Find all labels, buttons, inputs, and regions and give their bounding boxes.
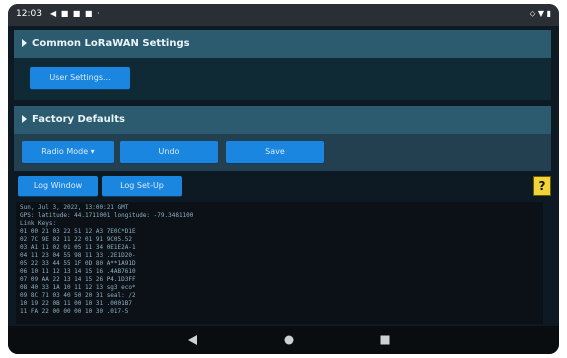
back-icon[interactable] — [188, 335, 198, 345]
log-line: 10 19 22 0B 11 00 10 31 .0001B7 — [20, 300, 132, 307]
help-icon: ? — [538, 179, 546, 193]
factory-defaults-panel: Factory Defaults Radio Mode ▾ Undo Save — [14, 106, 551, 171]
save-label: Save — [265, 147, 285, 156]
log-line: 04 11 23 04 55 98 11 33 .2E1D20- — [20, 252, 136, 259]
expand-triangle-icon — [22, 39, 27, 47]
factory-defaults-body: Radio Mode ▾ Undo Save — [14, 134, 551, 171]
log-line: 03 A1 11 02 01 05 11 34 0E1E2A-1 — [20, 244, 136, 251]
log-window-label: Log Window — [33, 181, 83, 190]
log-line: 01 00 21 03 22 51 12 A3 7E0C*D1E — [20, 228, 136, 235]
common-settings-body: User Settings... — [14, 58, 551, 100]
undo-label: Undo — [158, 147, 180, 156]
app-screen: Common LoRaWAN Settings User Settings...… — [8, 26, 559, 326]
home-icon[interactable] — [284, 335, 294, 345]
log-line: Link Keys: — [20, 220, 57, 227]
log-window-button[interactable]: Log Window — [18, 176, 98, 196]
recents-icon[interactable] — [380, 335, 390, 345]
radio-mode-button[interactable]: Radio Mode ▾ — [22, 141, 114, 163]
radio-mode-label: Radio Mode ▾ — [41, 147, 95, 156]
log-line: 08 40 33 1A 10 11 12 13 sg3 eco* — [20, 284, 136, 291]
log-line: 02 7C 9E 02 11 22 01 91 9C05.52 — [20, 236, 132, 243]
common-settings-title: Common LoRaWAN Settings — [32, 38, 190, 49]
undo-button[interactable]: Undo — [120, 141, 218, 163]
device-frame: 12:03 ◀ ■ ■ ■ · ⬦ ▼ ▮ Common LoRaWAN Set… — [8, 4, 559, 354]
notification-icons: ◀ ■ ■ ■ · — [50, 9, 101, 18]
log-line: 05 22 33 44 55 1F 0D 80 A**1A91D — [20, 260, 136, 267]
log-setup-label: Log Set-Up — [120, 181, 164, 190]
system-icons: ⬦ ▼ ▮ — [529, 9, 551, 18]
common-settings-header[interactable]: Common LoRaWAN Settings — [14, 30, 551, 58]
factory-defaults-title: Factory Defaults — [32, 114, 125, 125]
log-line: 06 10 11 12 13 14 15 16 .4AB7610 — [20, 268, 136, 275]
log-line: 11 FA 22 00 00 00 10 30 .017-5 — [20, 308, 129, 315]
log-output[interactable]: Sun, Jul 3, 2022, 13:00:21 GMT GPS: lati… — [16, 202, 543, 324]
log-line: 09 8C 71 03 40 50 20 31 seal: /2 — [20, 292, 136, 299]
log-line: 07 09 AA 22 13 14 15 26 P4.1D3FF — [20, 276, 136, 283]
expand-triangle-icon — [22, 115, 27, 123]
clock-text: 12:03 — [16, 9, 42, 19]
user-settings-label: User Settings... — [49, 73, 111, 82]
save-button[interactable]: Save — [226, 141, 324, 163]
log-line: Sun, Jul 3, 2022, 13:00:21 GMT — [20, 204, 129, 211]
common-settings-panel: Common LoRaWAN Settings User Settings... — [14, 30, 551, 100]
factory-defaults-header[interactable]: Factory Defaults — [14, 106, 551, 134]
status-bar: 12:03 ◀ ■ ■ ■ · ⬦ ▼ ▮ — [8, 4, 559, 26]
help-button[interactable]: ? — [533, 176, 551, 196]
log-line: GPS: latitude: 44.1711001 longitude: -79… — [20, 212, 194, 219]
navigation-bar — [8, 326, 559, 354]
user-settings-button[interactable]: User Settings... — [30, 67, 130, 89]
log-setup-button[interactable]: Log Set-Up — [102, 176, 182, 196]
